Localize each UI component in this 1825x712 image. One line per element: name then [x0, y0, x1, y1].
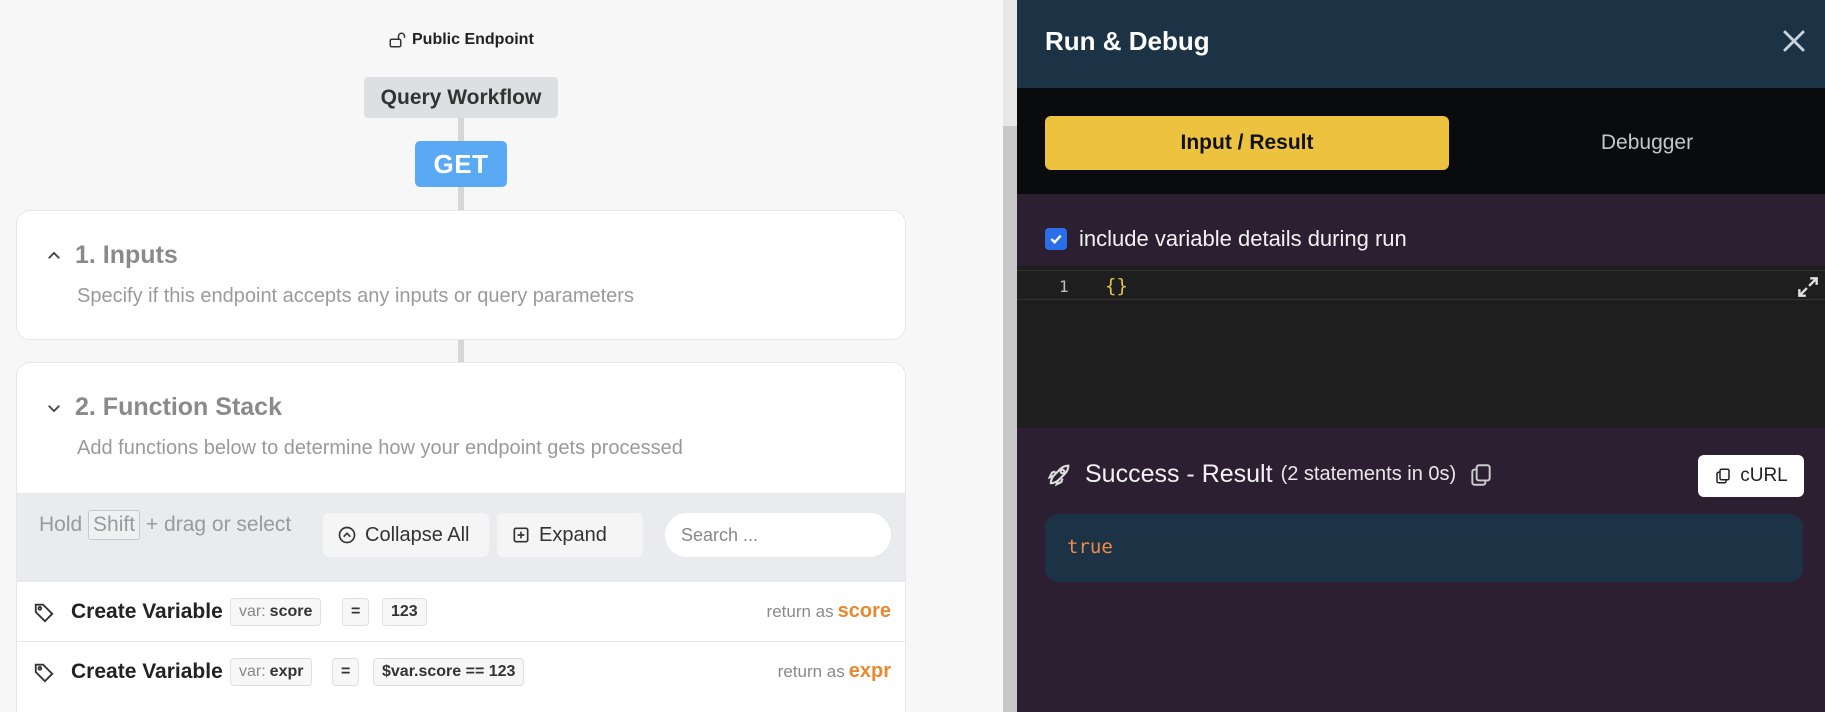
- copy-icon[interactable]: [1468, 462, 1494, 488]
- return-as: return as score: [767, 600, 891, 623]
- return-prefix: return as: [766, 602, 834, 621]
- collapse-all-button[interactable]: Collapse All: [323, 513, 489, 557]
- input-code-editor[interactable]: 1 {}: [1017, 266, 1825, 428]
- function-stack-title: 2. Function Stack: [75, 393, 282, 421]
- check-icon: [1050, 234, 1062, 245]
- include-variable-label: include variable details during run: [1079, 226, 1407, 251]
- operator-pill: =: [332, 658, 360, 686]
- close-icon[interactable]: [1777, 24, 1811, 58]
- drag-hint-suffix: + drag or select: [145, 513, 292, 536]
- chevron-up-icon[interactable]: [45, 247, 63, 265]
- operator-pill: =: [342, 598, 370, 626]
- value-pill: 123: [382, 598, 427, 626]
- public-endpoint-label[interactable]: Public Endpoint: [388, 28, 534, 52]
- tag-icon: [34, 603, 54, 622]
- plus-square-icon: [513, 527, 529, 543]
- editor-active-line: 1 {}: [1017, 270, 1825, 300]
- expand-button[interactable]: Expand: [497, 513, 643, 557]
- result-value: true: [1067, 536, 1113, 558]
- result-header: Success - Result (2 statements in 0s): [1045, 460, 1494, 489]
- function-row[interactable]: Create Variable var: expr = $var.score ==…: [17, 641, 905, 701]
- var-name: expr: [269, 663, 304, 680]
- function-stack-header[interactable]: 2. Function Stack: [45, 393, 282, 422]
- endpoint-label-text: Public Endpoint: [412, 31, 534, 48]
- chevron-down-icon[interactable]: [45, 399, 63, 417]
- collapse-circle-icon: [338, 526, 356, 544]
- inputs-card-title: 1. Inputs: [75, 241, 178, 269]
- collapse-all-label: Collapse All: [365, 523, 470, 546]
- function-stack-card[interactable]: 2. Function Stack Add functions below to…: [16, 362, 906, 712]
- result-statement-count: (2 statements in 0s): [1280, 463, 1457, 485]
- copy-icon: [1716, 468, 1730, 484]
- panel-title: Run & Debug: [1045, 26, 1210, 56]
- inputs-card-description: Specify if this endpoint accepts any inp…: [77, 285, 634, 307]
- shift-key-hint: Shift: [88, 510, 141, 540]
- return-name: score: [837, 600, 891, 622]
- result-title: Success - Result: [1085, 460, 1273, 488]
- include-variable-checkbox[interactable]: [1045, 228, 1067, 250]
- result-output-box: true: [1045, 514, 1803, 582]
- run-debug-panel: Run & Debug Input / Result Debugger incl…: [1017, 0, 1825, 712]
- panel-header: Run & Debug: [1017, 0, 1825, 88]
- var-prefix: var:: [239, 663, 266, 680]
- function-stack-toolbar: Hold Shift + drag or select Collapse All…: [17, 493, 905, 581]
- workflow-canvas: Public Endpoint Query Workflow GET 1. In…: [0, 0, 1003, 712]
- rocket-icon: [1047, 464, 1070, 486]
- connector-line: [458, 118, 464, 142]
- editor-code[interactable]: {}: [1105, 275, 1128, 297]
- function-name: Create Variable: [71, 659, 223, 683]
- curl-button[interactable]: cURL: [1698, 455, 1804, 497]
- canvas-scrollbar-thumb[interactable]: [1003, 126, 1017, 712]
- return-name: expr: [848, 660, 891, 682]
- function-stack-description: Add functions below to determine how you…: [77, 437, 683, 459]
- value-pill: $var.score == 123: [373, 658, 525, 686]
- variable-pill: var: score: [230, 598, 322, 626]
- inputs-card-header[interactable]: 1. Inputs: [45, 241, 178, 270]
- workflow-name-chip[interactable]: Query Workflow: [364, 77, 558, 118]
- fullscreen-expand-icon[interactable]: [1795, 274, 1821, 300]
- function-name: Create Variable: [71, 599, 223, 623]
- drag-hint: Hold Shift + drag or select: [39, 509, 299, 541]
- var-name: score: [269, 603, 313, 620]
- curl-label: cURL: [1740, 465, 1788, 486]
- include-variable-option[interactable]: include variable details during run: [1045, 226, 1407, 252]
- drag-hint-prefix: Hold: [39, 513, 83, 536]
- line-number: 1: [1059, 277, 1069, 296]
- return-as: return as expr: [778, 660, 891, 683]
- tab-debugger[interactable]: Debugger: [1537, 116, 1757, 170]
- connector-line: [458, 186, 464, 212]
- function-row[interactable]: Create Variable var: score = 123 return a…: [17, 581, 905, 641]
- connector-line: [458, 340, 464, 364]
- search-input[interactable]: [665, 513, 891, 557]
- tab-input-result[interactable]: Input / Result: [1045, 116, 1449, 170]
- panel-tabs: Input / Result Debugger: [1017, 88, 1825, 194]
- tag-icon: [34, 663, 54, 682]
- expand-label: Expand: [539, 523, 607, 546]
- inputs-card[interactable]: 1. Inputs Specify if this endpoint accep…: [16, 210, 906, 340]
- method-get-badge[interactable]: GET: [415, 141, 507, 187]
- return-prefix: return as: [777, 662, 845, 681]
- variable-pill: var: expr: [230, 658, 313, 686]
- unlock-icon: [389, 32, 406, 48]
- var-prefix: var:: [239, 603, 266, 620]
